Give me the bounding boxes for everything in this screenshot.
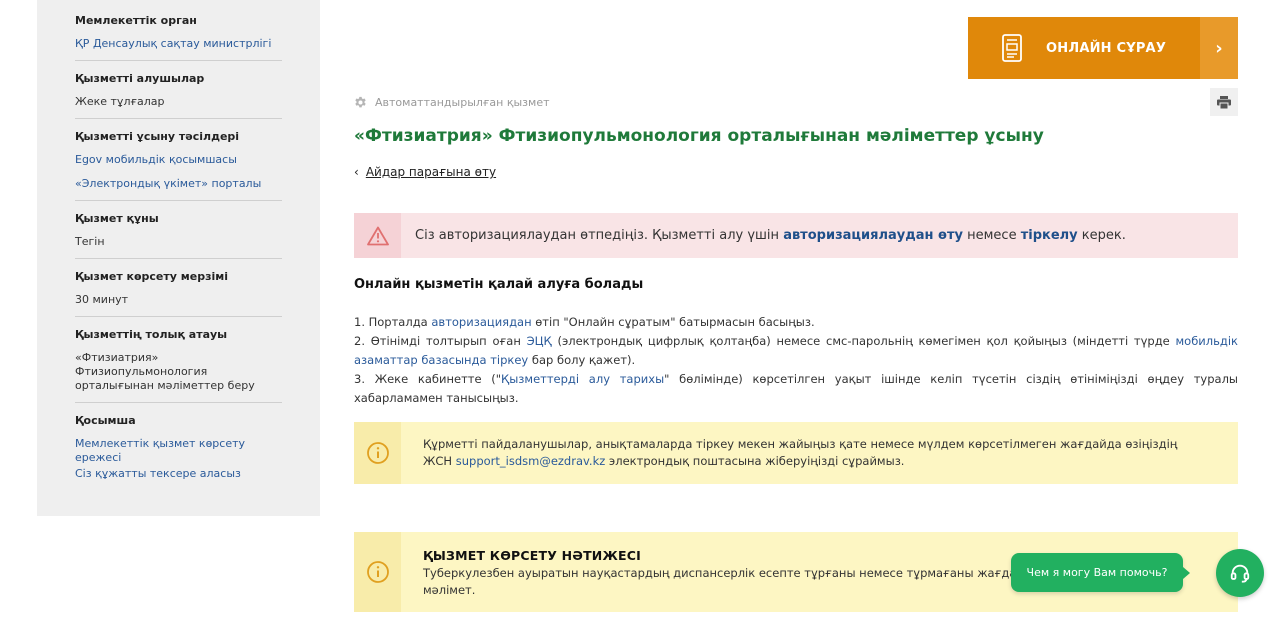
sidebar-section-value: 30 минут (75, 293, 129, 306)
auth-text-middle: немесе (962, 228, 1021, 243)
back-link-label: Айдар парағына өту (365, 165, 497, 179)
automated-service-label: Автоматтандырылған қызмет (354, 96, 550, 109)
step-3: 3. Жеке кабинетте ("Қызметтерді алу тари… (354, 370, 1238, 408)
step-text: 2. Өтінімді толтырып оған (354, 334, 527, 348)
sidebar-section-title: Қызмет құны (75, 212, 159, 225)
result-line-1: Туберкулезбен ауыратын науқастардың дисп… (423, 566, 1033, 580)
login-link[interactable]: авторизациялаудан өту (783, 228, 963, 243)
sidebar-section-value: Тегін (75, 235, 105, 248)
online-request-button[interactable]: ОНЛАЙН СҰРАУ › (968, 17, 1238, 79)
info-icon-box (354, 532, 401, 612)
chevron-left-icon: ‹ (354, 165, 359, 179)
warning-triangle-icon (366, 226, 389, 245)
step-text: өтіп "Онлайн сұратым" батырмасын басыңыз… (531, 315, 815, 329)
sidebar-section-value: «Фтизиатрия» Фтизиопульмонология орталығ… (75, 351, 255, 392)
sidebar-section-recipients: Қызметті алушылар Жеке тұлғалар (75, 72, 282, 119)
document-icon (1002, 34, 1022, 62)
automated-service-text: Автоматтандырылған қызмет (375, 96, 550, 109)
back-to-category-link[interactable]: ‹ Айдар парағына өту (354, 165, 496, 179)
authorization-link[interactable]: авторизациядан (431, 315, 531, 329)
service-result-text: ҚЫЗМЕТ КӨРСЕТУ НӘТИЖЕСІ Туберкулезбен ау… (401, 532, 1033, 612)
step-2: 2. Өтінімді толтырып оған ЭЦҚ (электронд… (354, 332, 1238, 370)
info-note-alert: Құрметті пайдаланушылар, анықтамаларда т… (354, 422, 1238, 484)
steps-list: 1. Порталда авторизациядан өтіп "Онлайн … (354, 313, 1238, 408)
sidebar-section-value: Жеке тұлғалар (75, 95, 165, 108)
sidebar-link-check-document[interactable]: Сіз құжатты тексере аласыз (75, 467, 282, 481)
support-email-link[interactable]: support_isdsm@ezdrav.kz (456, 454, 606, 468)
warning-icon-box (354, 213, 401, 258)
chat-support-button[interactable] (1216, 549, 1264, 597)
note-line-2: ЖСН support_isdsm@ezdrav.kz электрондық … (423, 453, 1177, 470)
step-text: 3. Жеке кабинетте (" (354, 372, 502, 386)
print-button[interactable] (1210, 88, 1238, 116)
info-icon (366, 561, 389, 583)
sidebar-link-egov-mobile[interactable]: Egov мобильдік қосымшасы (75, 153, 282, 167)
online-request-label: ОНЛАЙН СҰРАУ (1046, 40, 1167, 56)
step-text: бар болу қажет). (528, 353, 636, 367)
step-1: 1. Порталда авторизациядан өтіп "Онлайн … (354, 313, 1238, 332)
auth-text-after: керек. (1077, 228, 1126, 243)
sidebar-section-full-name: Қызметтің толық атауы «Фтизиатрия» Фтизи… (75, 328, 282, 403)
sidebar-section-term: Қызмет көрсету мерзімі 30 минут (75, 270, 282, 317)
sidebar-section-title: Мемлекеттік орган (75, 14, 197, 27)
info-note-text: Құрметті пайдаланушылар, анықтамаларда т… (401, 422, 1177, 484)
service-result-title: ҚЫЗМЕТ КӨРСЕТУ НӘТИЖЕСІ (423, 548, 641, 563)
sidebar-section-title: Қызметті ұсыну тәсілдері (75, 130, 240, 143)
sidebar-section-title: Қызмет көрсету мерзімі (75, 270, 229, 283)
auth-warning-alert: Сіз авторизациялаудан өтпедіңіз. Қызметт… (354, 213, 1238, 258)
headset-icon (1230, 564, 1250, 583)
sidebar-section-cost: Қызмет құны Тегін (75, 212, 282, 259)
sidebar-section-additional: Қосымша Мемлекеттік қызмет көрсету ереже… (75, 414, 282, 492)
sidebar-link-rules[interactable]: Мемлекеттік қызмет көрсету ережесі (75, 437, 282, 465)
note-line-1: Құрметті пайдаланушылар, анықтамаларда т… (423, 437, 1178, 451)
sidebar: Мемлекеттік орган ҚР Денсаулық сақтау ми… (37, 0, 320, 516)
info-icon (366, 442, 389, 464)
chat-help-bubble[interactable]: Чем я могу Вам помочь? (1011, 553, 1190, 592)
sidebar-section-title: Қызметтің толық атауы (75, 328, 228, 341)
service-history-link[interactable]: Қызметтерді алу тарихы (501, 372, 664, 386)
note-text: ЖСН (423, 454, 456, 468)
sidebar-link-egov-portal[interactable]: «Электрондық үкімет» порталы (75, 177, 282, 191)
sidebar-section-title: Қызметті алушылар (75, 72, 205, 85)
note-text: электрондық поштасына жіберуіңізді сұрай… (605, 454, 905, 468)
gear-icon (355, 96, 366, 108)
register-link[interactable]: тіркелу (1021, 228, 1078, 243)
printer-icon (1217, 95, 1231, 109)
sidebar-link-ministry[interactable]: ҚР Денсаулық сақтау министрлігі (75, 37, 282, 51)
step-text: (электрондық цифрлық қолтаңба) немесе см… (551, 334, 1176, 348)
result-line-2: мәлімет. (423, 583, 476, 597)
eds-link[interactable]: ЭЦҚ (527, 334, 552, 348)
chevron-right-icon: › (1200, 17, 1238, 79)
sidebar-section-agency: Мемлекеттік орган ҚР Денсаулық сақтау ми… (75, 14, 282, 61)
auth-warning-text: Сіз авторизациялаудан өтпедіңіз. Қызметт… (415, 228, 1126, 243)
page-title: «Фтизиатрия» Фтизиопульмонология орталығ… (354, 126, 1044, 146)
step-text: 1. Порталда (354, 315, 432, 329)
sidebar-section-title: Қосымша (75, 414, 136, 427)
how-to-title: Онлайн қызметін қалай алуға болады (354, 277, 644, 292)
sidebar-section-methods: Қызметті ұсыну тәсілдері Egov мобильдік … (75, 130, 282, 201)
auth-text-before: Сіз авторизациялаудан өтпедіңіз. Қызметт… (415, 228, 784, 243)
info-icon-box (354, 422, 401, 484)
